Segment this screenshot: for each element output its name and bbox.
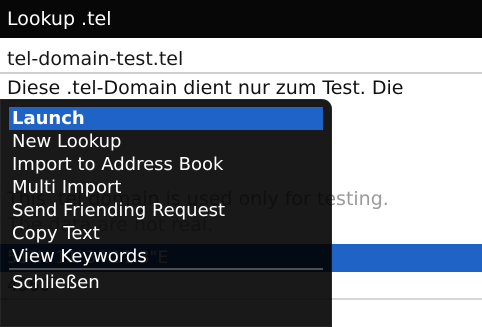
title-bar: Lookup .tel	[0, 0, 482, 38]
menu-item-close[interactable]: Schließen	[9, 271, 323, 294]
menu-item-send-friending-request[interactable]: Send Friending Request	[9, 199, 323, 222]
description-german-line-1: Diese .tel-Domain dient nur zum Test. Di…	[7, 77, 404, 99]
menu-item-view-keywords[interactable]: View Keywords	[9, 245, 323, 268]
menu-item-launch[interactable]: Launch	[9, 107, 323, 130]
menu-item-copy-text[interactable]: Copy Text	[9, 222, 323, 245]
menu-item-multi-import[interactable]: Multi Import	[9, 176, 323, 199]
context-menu: Launch New Lookup Import to Address Book…	[9, 107, 323, 294]
domain-name: tel-domain-test.tel	[0, 45, 482, 74]
tel-lookup-screen: Lookup .tel tel-domain-test.tel Diese .t…	[0, 0, 482, 327]
context-menu-popup: Launch New Lookup Import to Address Book…	[0, 99, 332, 327]
menu-item-import-to-address-book[interactable]: Import to Address Book	[9, 153, 323, 176]
menu-item-new-lookup[interactable]: New Lookup	[9, 130, 323, 153]
menu-separator	[9, 268, 323, 270]
